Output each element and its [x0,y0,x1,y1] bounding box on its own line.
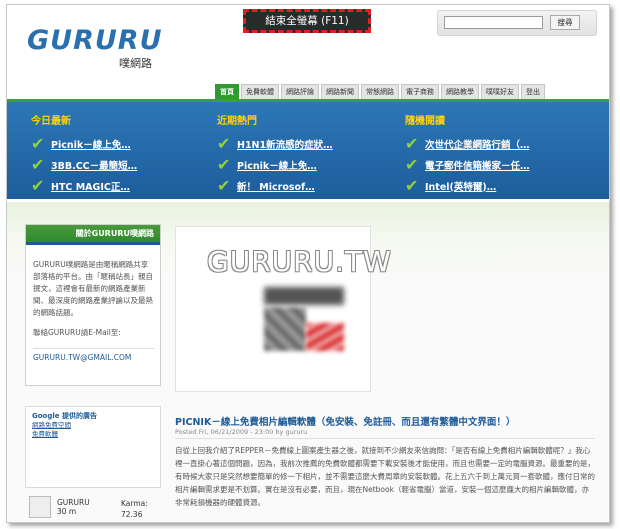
nav-tab-free-software[interactable]: 免費軟體 [241,84,279,99]
list-item[interactable]: ✔ H1N1新流感的症狀… [217,133,333,154]
check-icon: ✔ [31,154,45,174]
list-item[interactable]: ✔ Picnik－線上免… [217,154,333,175]
post-meta: Posted Fri, 06/21/2009 - 23:00 by gururu [175,428,308,436]
main-nav: 首頁 免費軟體 網路評論 網路新聞 常態網路 電子商務 網路教學 噗噗好友 登出 [215,84,545,99]
about-title: 關於GURURU噗網路 [26,225,160,245]
column-random: 隨機閱讀 ✔ 次世代企業網路行銷（… ✔ 電子郵件信箱搬家－任… ✔ Intel(英特… [405,112,530,196]
ad-link[interactable]: 網路免費空間 [32,421,154,430]
check-icon: ✔ [217,133,231,153]
ads-title: Google 提供的廣告 [32,412,97,420]
search-input[interactable] [444,16,543,29]
about-email-link[interactable]: GURURU.TW@GMAIL.COM [33,348,154,362]
check-icon: ✔ [31,133,45,153]
exit-fullscreen-notice[interactable]: 結束全螢幕 (F11) [243,9,371,33]
column-title: 近期熱門 [217,116,257,127]
list-item[interactable]: ✔ Picnik－線上免… [31,133,137,154]
nav-tab-reviews[interactable]: 網路評論 [281,84,319,99]
profile-name: GURURU 30 m [57,498,90,516]
ad-link[interactable]: 免費軟體 [32,430,154,439]
list-item[interactable]: ✔ Intel(英特爾)… [405,175,530,196]
search-button[interactable]: 搜尋 [550,15,580,30]
logo-text: GURURU [27,25,163,56]
check-icon: ✔ [405,175,419,195]
list-item[interactable]: ✔ 3BB.CC－最簡短… [31,154,137,175]
column-popular: 近期熱門 ✔ H1N1新流感的症狀… ✔ Picnik－線上免… ✔ 新！ Micro… [217,112,333,196]
check-icon: ✔ [31,175,45,195]
nav-tab-tutorials[interactable]: 網路教學 [441,84,479,99]
nav-tab-friends[interactable]: 噗噗好友 [481,84,519,99]
about-widget: 關於GURURU噗網路 GURURU噗網路是由暱稱網路共享部落格的平台。由「暱稱… [25,224,161,386]
column-title: 今日最新 [31,116,71,127]
ads-widget: Google 提供的廣告 網路免費空間 免費軟體 [25,406,161,488]
search-box: 搜尋 [437,10,597,36]
check-icon: ✔ [405,154,419,174]
list-item[interactable]: ✔ 新！ Microsof… [217,175,333,196]
nav-tab-ecommerce[interactable]: 電子商務 [401,84,439,99]
profile-widget: GURURU 30 m Karma: 72.36 [29,496,159,522]
about-body: GURURU噗網路是由暱稱網路共享部落格的平台。由「暱稱站長」親自撰文，這裡會有… [33,260,153,317]
logo-subtitle: 噗網路 [119,57,152,70]
post-title-link[interactable]: PICNIK－線上免費相片編輯軟體（免安裝、免註冊、而且還有繁體中文界面！） [175,414,515,428]
post-body: 自從上回我介紹了REPPER－免費線上圖案產生器之後，就接到不少網友來信詢問：「… [175,446,595,507]
list-item[interactable]: ✔ 次世代企業網路行銷（… [405,133,530,154]
column-title: 隨機閱讀 [405,116,445,127]
list-item[interactable]: ✔ 電子郵件信箱搬家－任… [405,154,530,175]
nav-tab-news[interactable]: 網路新聞 [321,84,359,99]
browser-page: GURURU 噗網路 結束全螢幕 (F11) 搜尋 首頁 免費軟體 網路評論 網… [6,4,610,523]
avatar[interactable] [29,496,51,518]
nav-tab-home[interactable]: 首頁 [215,84,239,99]
about-contact: 聯絡GURURU請E-Mail至: [33,328,121,337]
check-icon: ✔ [217,175,231,195]
featured-band: 今日最新 ✔ Picnik－線上免… ✔ 3BB.CC－最簡短… ✔ HTC MAGI… [7,99,609,199]
column-latest: 今日最新 ✔ Picnik－線上免… ✔ 3BB.CC－最簡短… ✔ HTC MAGI… [31,112,137,196]
watermark: GURURU.TW [207,245,392,278]
nav-tab-logout[interactable]: 登出 [521,84,545,99]
site-logo[interactable]: GURURU 噗網路 [27,25,163,71]
divider [175,438,595,439]
check-icon: ✔ [217,154,231,174]
karma: Karma: 72.36 [121,499,148,519]
check-icon: ✔ [405,133,419,153]
list-item[interactable]: ✔ HTC MAGIC正… [31,175,137,196]
nav-tab-topics[interactable]: 常態網路 [361,84,399,99]
